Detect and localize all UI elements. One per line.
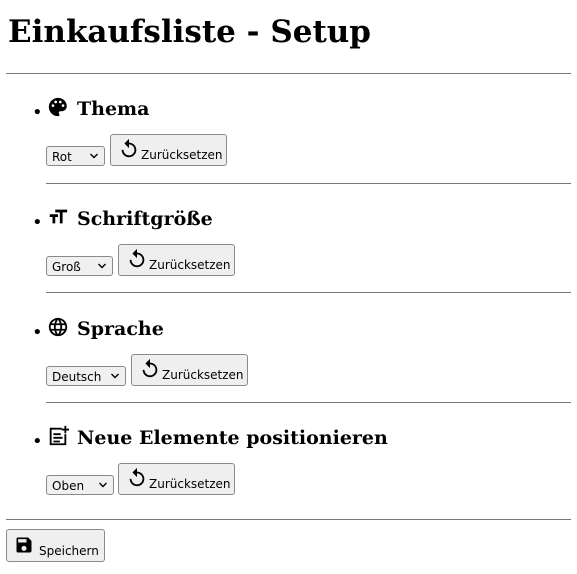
bullet: • — [32, 322, 43, 343]
reset-icon — [126, 248, 148, 270]
chevron-down-icon — [97, 261, 107, 271]
divider — [6, 519, 571, 520]
globe-icon — [47, 316, 69, 338]
reset-icon — [139, 358, 161, 380]
bullet: • — [32, 431, 43, 452]
theme-select[interactable]: Rot — [46, 146, 105, 166]
font-size-select[interactable]: Groß — [46, 256, 113, 276]
language-select[interactable]: Deutsch — [46, 366, 126, 386]
section-title: Sprache — [77, 318, 164, 340]
new-items-position-select[interactable]: Oben — [46, 475, 114, 495]
reset-label: Zurücksetzen — [149, 258, 231, 272]
reset-icon — [118, 138, 140, 160]
reset-label: Zurücksetzen — [162, 368, 244, 382]
reset-icon — [126, 467, 148, 489]
divider — [46, 402, 571, 403]
font-size-select-value: Groß — [52, 260, 81, 274]
chevron-down-icon — [89, 151, 99, 161]
language-select-value: Deutsch — [52, 370, 102, 384]
section-theme: • Thema Rot Zurücksetzen — [0, 96, 577, 206]
theme-reset-button[interactable]: Zurücksetzen — [110, 134, 227, 166]
page-title: Einkaufsliste - Setup — [8, 14, 371, 50]
bullet: • — [32, 102, 43, 123]
text-size-icon — [47, 206, 69, 228]
font-size-reset-button[interactable]: Zurücksetzen — [118, 244, 235, 276]
theme-select-value: Rot — [52, 150, 72, 164]
add-to-list-icon — [47, 425, 69, 447]
section-title: Schriftgröße — [77, 208, 213, 230]
divider — [46, 292, 571, 293]
section-font-size: • Schriftgröße Groß Zurücksetzen — [0, 206, 577, 316]
section-language: • Sprache Deutsch Zurücksetzen — [0, 316, 577, 426]
bullet: • — [32, 212, 43, 233]
chevron-down-icon — [110, 371, 120, 381]
save-button[interactable]: Speichern — [6, 529, 105, 562]
save-label: Speichern — [39, 544, 99, 558]
new-items-position-select-value: Oben — [52, 479, 85, 493]
reset-label: Zurücksetzen — [149, 477, 231, 491]
language-reset-button[interactable]: Zurücksetzen — [131, 354, 248, 386]
reset-label: Zurücksetzen — [141, 148, 223, 162]
new-items-position-reset-button[interactable]: Zurücksetzen — [118, 463, 235, 495]
save-icon — [14, 535, 34, 555]
palette-icon — [47, 96, 69, 118]
divider — [6, 73, 571, 74]
section-title: Thema — [77, 98, 150, 120]
divider — [46, 183, 571, 184]
section-title: Neue Elemente positionieren — [77, 427, 388, 449]
chevron-down-icon — [98, 480, 108, 490]
